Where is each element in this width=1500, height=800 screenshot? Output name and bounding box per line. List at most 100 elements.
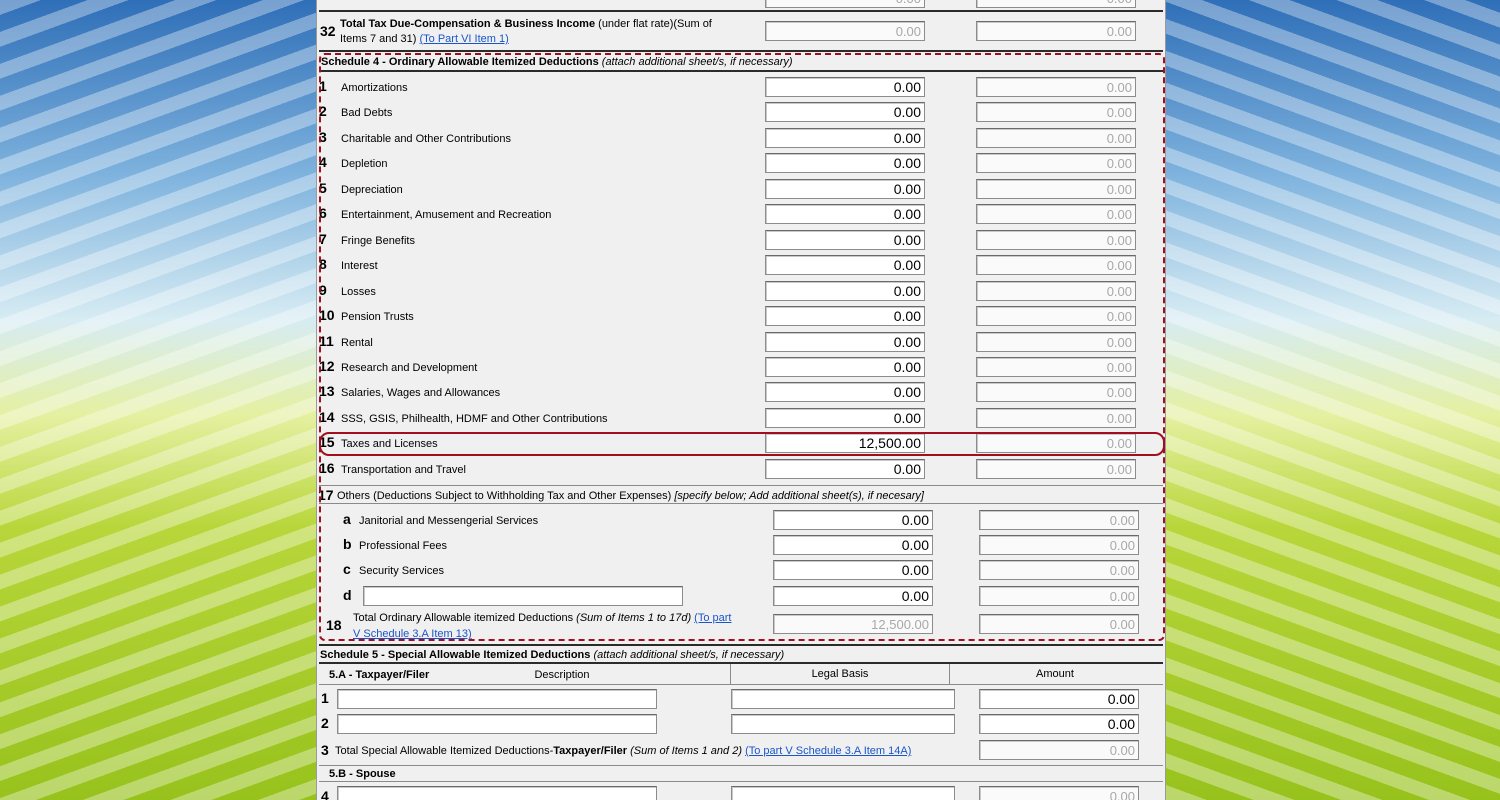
item-amount-readonly[interactable] — [976, 433, 1136, 453]
item31-value1 — [765, 0, 925, 8]
schedule4-note: (attach additional sheet/s, if necessary… — [601, 56, 793, 68]
item17-sub-amount-readonly[interactable] — [979, 586, 1139, 606]
item32-value1[interactable] — [765, 21, 925, 41]
schedule5-item4-amount[interactable] — [979, 786, 1139, 800]
schedule5-item4-description[interactable] — [337, 786, 657, 800]
item-amount-readonly[interactable] — [976, 153, 1136, 173]
item3-label-text: Total Special Allowable Itemized Deducti… — [335, 745, 554, 757]
top-divider — [319, 10, 1163, 12]
schedule5-legal-basis-input[interactable] — [731, 714, 955, 734]
schedule4-header-divider — [319, 70, 1163, 72]
item-number: 12 — [319, 358, 335, 374]
item17d-description-input[interactable] — [363, 586, 683, 606]
item-number: 5 — [319, 180, 327, 196]
item-amount-input[interactable] — [765, 230, 925, 250]
schedule5b-divider — [319, 765, 1163, 766]
item-amount-readonly[interactable] — [976, 357, 1136, 377]
schedule5-top-divider — [319, 644, 1163, 646]
item-label: Depletion — [341, 158, 388, 170]
item-amount-input[interactable] — [765, 77, 925, 97]
item-amount-input[interactable] — [765, 128, 925, 148]
item-amount-readonly[interactable] — [976, 128, 1136, 148]
item-amount-readonly[interactable] — [976, 332, 1136, 352]
item-label: Research and Development — [341, 362, 478, 374]
schedule5-item3-number: 3 — [321, 742, 329, 758]
item-label: Salaries, Wages and Allowances — [341, 387, 501, 399]
item-amount-input[interactable] — [765, 306, 925, 326]
item-number: 14 — [319, 409, 335, 425]
item18-value2[interactable] — [979, 614, 1139, 634]
item17-sub-divider — [319, 503, 1163, 504]
schedule5b-title: 5.B - Spouse — [329, 768, 396, 780]
item-amount-input[interactable] — [765, 204, 925, 224]
item-amount-readonly[interactable] — [976, 306, 1136, 326]
item-label: Charitable and Other Contributions — [341, 133, 511, 145]
item18-value1[interactable] — [773, 614, 933, 634]
item18-label: Total Ordinary Allowable itemized Deduct… — [353, 610, 731, 642]
item3-label-bold: Taxpayer/Filer — [553, 745, 628, 757]
item17-sub-amount-readonly[interactable] — [979, 560, 1139, 580]
schedule5-item3-value[interactable] — [979, 740, 1139, 760]
item-label: Depreciation — [341, 184, 403, 196]
item-label: Interest — [341, 260, 378, 272]
schedule5-legal-basis-input[interactable] — [731, 689, 955, 709]
item-amount-readonly[interactable] — [976, 408, 1136, 428]
item32-number: 32 — [320, 23, 336, 39]
item17-sub-label: Janitorial and Messengerial Services — [359, 515, 539, 527]
item-amount-readonly[interactable] — [976, 382, 1136, 402]
background-right — [1166, 0, 1500, 800]
item3-link[interactable]: (To part V Schedule 3.A Item 14A) — [745, 745, 911, 757]
item-amount-readonly[interactable] — [976, 204, 1136, 224]
item-amount-readonly[interactable] — [976, 102, 1136, 122]
item17-sub-amount-input[interactable] — [773, 586, 933, 606]
item-amount-input[interactable] — [765, 408, 925, 428]
schedule5-amount-input[interactable] — [979, 689, 1139, 709]
item-label: Fringe Benefits — [341, 235, 415, 247]
item17-sub-amount-input[interactable] — [773, 560, 933, 580]
item-amount-input[interactable] — [765, 433, 925, 453]
item-label: Rental — [341, 337, 373, 349]
tax-form-page[interactable]: 32 Total Tax Due-Compensation & Business… — [316, 0, 1166, 800]
item-amount-input[interactable] — [765, 382, 925, 402]
item17-sub-amount-readonly[interactable] — [979, 510, 1139, 530]
item-label: Transportation and Travel — [341, 464, 466, 476]
item-label: Pension Trusts — [341, 311, 414, 323]
item-label: Bad Debts — [341, 107, 393, 119]
item17-sub-letter: d — [343, 587, 352, 603]
item-amount-input[interactable] — [765, 179, 925, 199]
item-number: 4 — [319, 154, 327, 170]
item17-sub-label: Security Services — [359, 565, 444, 577]
item17-sub-letter: c — [343, 561, 351, 577]
item-amount-input[interactable] — [765, 255, 925, 275]
item17-label: Others (Deductions Subject to Withholdin… — [337, 490, 924, 502]
item17-sub-amount-readonly[interactable] — [979, 535, 1139, 555]
item-number: 3 — [319, 129, 327, 145]
item-amount-input[interactable] — [765, 332, 925, 352]
item-amount-input[interactable] — [765, 281, 925, 301]
item-amount-readonly[interactable] — [976, 230, 1136, 250]
schedule5-item4-legal-basis[interactable] — [731, 786, 955, 800]
item-amount-readonly[interactable] — [976, 77, 1136, 97]
item-amount-readonly[interactable] — [976, 281, 1136, 301]
item-amount-input[interactable] — [765, 459, 925, 479]
item17-sub-amount-input[interactable] — [773, 510, 933, 530]
schedule5-column-divider — [319, 684, 1163, 685]
item-amount-input[interactable] — [765, 102, 925, 122]
item18-link-part1[interactable]: (To part — [694, 612, 731, 624]
item32-value2[interactable] — [976, 21, 1136, 41]
item18-link-part2[interactable]: V Schedule 3.A Item 13) — [353, 628, 472, 640]
item32-link[interactable]: (To Part VI Item 1) — [420, 33, 509, 45]
item17-divider — [319, 485, 1163, 486]
schedule5-item4-number: 4 — [321, 788, 329, 800]
schedule5-amount-input[interactable] — [979, 714, 1139, 734]
schedule5-header-divider — [319, 662, 1163, 664]
item17-sub-amount-input[interactable] — [773, 535, 933, 555]
item32-label-rest: (under flat rate)(Sum of — [595, 18, 712, 30]
item-amount-input[interactable] — [765, 357, 925, 377]
item-amount-readonly[interactable] — [976, 179, 1136, 199]
item-amount-readonly[interactable] — [976, 255, 1136, 275]
item-amount-readonly[interactable] — [976, 459, 1136, 479]
item-amount-input[interactable] — [765, 153, 925, 173]
schedule5-description-input[interactable] — [337, 689, 657, 709]
schedule5-description-input[interactable] — [337, 714, 657, 734]
